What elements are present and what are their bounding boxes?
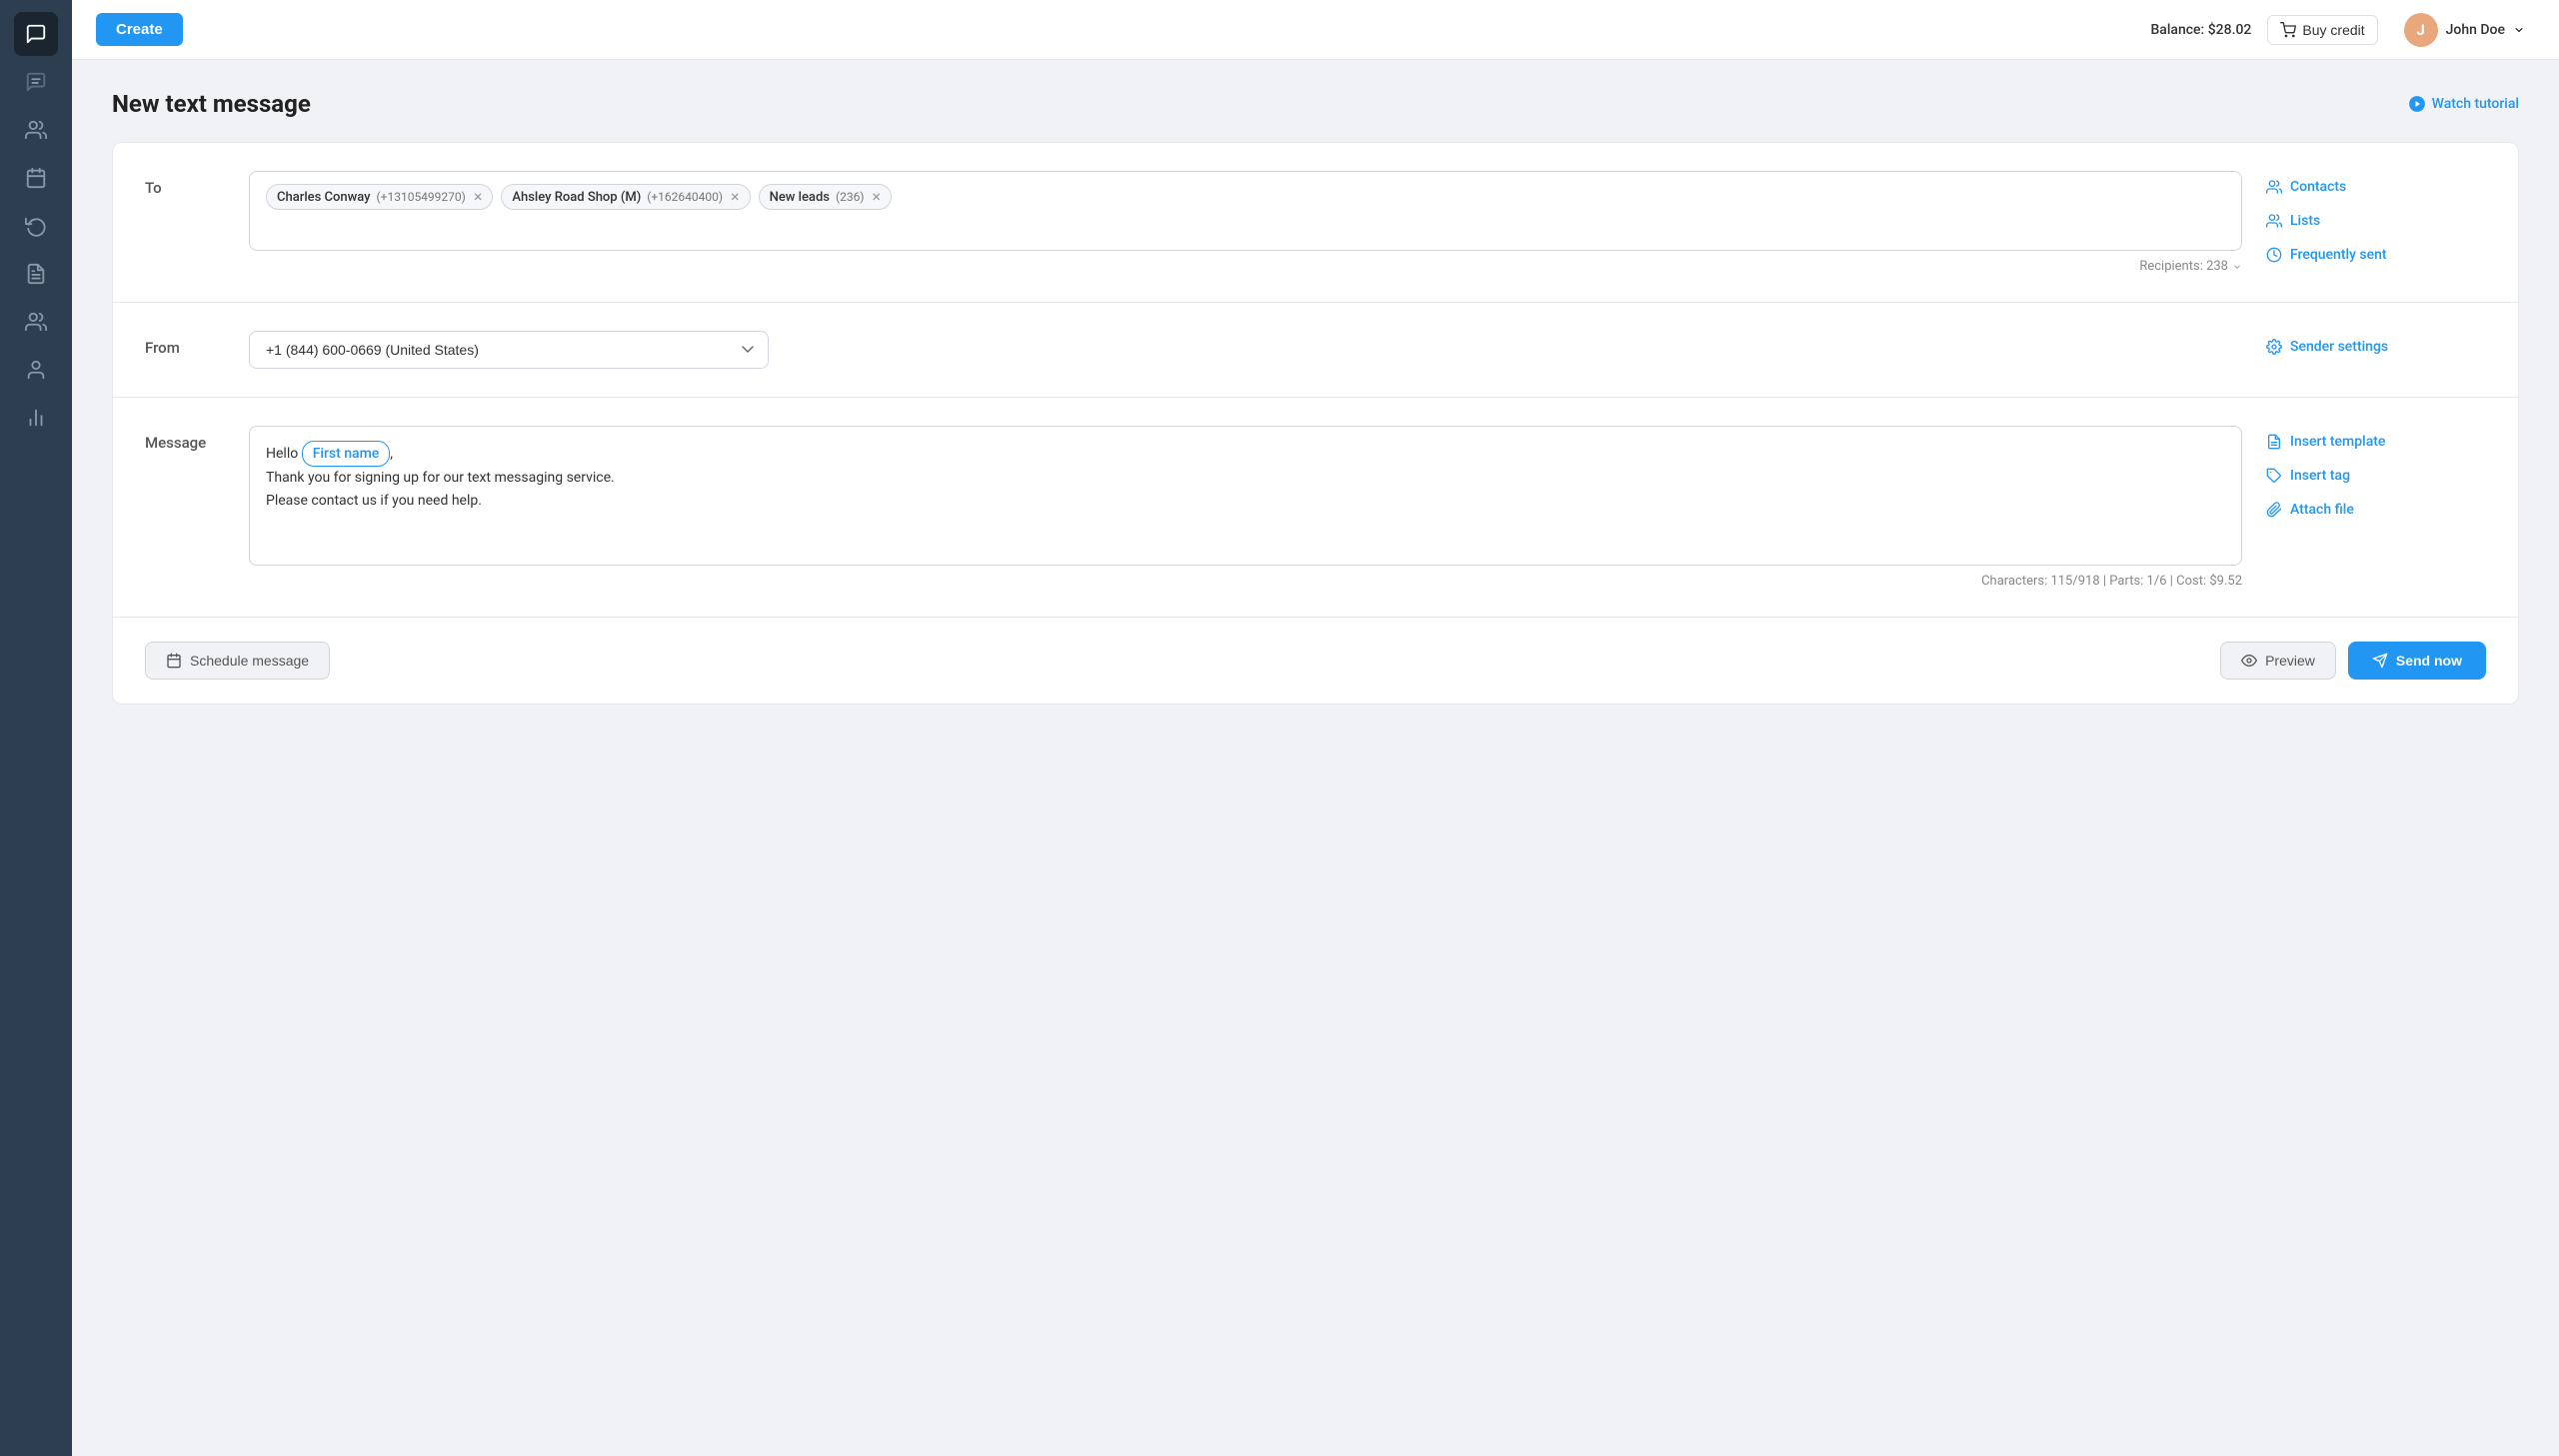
- message-input[interactable]: Hello First name, Thank you for signing …: [249, 426, 2242, 566]
- contacts-link-label: Contacts: [2290, 179, 2346, 195]
- play-icon: [2408, 95, 2426, 113]
- balance-display: Balance: $28.02: [2150, 22, 2251, 38]
- avatar: J: [2404, 13, 2438, 47]
- to-section: To Charles Conway (+13105499270) × Ahsle…: [113, 143, 2518, 303]
- sidebar-item-team[interactable]: [14, 300, 58, 344]
- clock-icon: [2266, 247, 2282, 263]
- message-section: Message Hello First name, Thank you for …: [113, 398, 2518, 618]
- send-icon: [2372, 653, 2388, 669]
- user-menu[interactable]: J John Doe: [2394, 7, 2535, 53]
- main-content: Create Balance: $28.02 Buy credit J John…: [72, 0, 2559, 1456]
- lists-link[interactable]: Lists: [2266, 209, 2486, 233]
- sidebar-item-calendar[interactable]: [14, 156, 58, 200]
- insert-tag-link[interactable]: Insert tag: [2266, 464, 2486, 488]
- template-icon: [2266, 434, 2282, 450]
- from-select[interactable]: +1 (844) 600-0669 (United States): [249, 331, 769, 369]
- chip-number: (+162640400): [647, 190, 723, 204]
- sender-settings-link[interactable]: Sender settings: [2266, 335, 2486, 359]
- from-field-area: +1 (844) 600-0669 (United States): [249, 331, 2242, 369]
- cart-icon: [2280, 22, 2296, 38]
- from-section: From +1 (844) 600-0669 (United States) S…: [113, 303, 2518, 398]
- topbar: Create Balance: $28.02 Buy credit J John…: [72, 0, 2559, 60]
- sidebar-item-account[interactable]: [14, 348, 58, 392]
- recipient-chip-newleads: New leads (236) ×: [759, 184, 892, 210]
- message-actions: Insert template Insert tag Attach f: [2266, 426, 2486, 522]
- sidebar-item-contacts[interactable]: [14, 108, 58, 152]
- send-button[interactable]: Send now: [2348, 642, 2486, 680]
- recipients-count[interactable]: Recipients: 238: [249, 259, 2242, 274]
- frequently-sent-label: Frequently sent: [2290, 247, 2387, 263]
- compose-form: To Charles Conway (+13105499270) × Ahsle…: [112, 142, 2519, 705]
- page-body: New text message Watch tutorial To Charl…: [72, 60, 2559, 1456]
- page-title: New text message: [112, 90, 311, 118]
- message-hello: Hello: [266, 446, 302, 462]
- from-actions: Sender settings: [2266, 331, 2486, 359]
- chevron-down-icon: [2232, 262, 2242, 272]
- user-name: John Doe: [2446, 22, 2505, 38]
- paperclip-icon: [2266, 502, 2282, 518]
- tag-icon: [2266, 468, 2282, 484]
- remove-newleads-button[interactable]: ×: [873, 189, 882, 205]
- message-stats: Characters: 115/918 | Parts: 1/6 | Cost:…: [249, 574, 2242, 589]
- page-header: New text message Watch tutorial: [112, 90, 2519, 118]
- message-line2: Thank you for signing up for our text me…: [266, 470, 615, 486]
- right-action-buttons: Preview Send now: [2220, 642, 2486, 680]
- sidebar-item-messages[interactable]: [14, 60, 58, 104]
- chip-name: Charles Conway: [277, 190, 371, 205]
- send-label: Send now: [2396, 653, 2462, 669]
- firstname-tag[interactable]: First name: [302, 441, 391, 467]
- bottom-actions: Schedule message Preview Send now: [113, 618, 2518, 704]
- message-field-area: Hello First name, Thank you for signing …: [249, 426, 2242, 589]
- contacts-link[interactable]: Contacts: [2266, 175, 2486, 199]
- insert-template-link[interactable]: Insert template: [2266, 430, 2486, 454]
- recipient-chip-charles: Charles Conway (+13105499270) ×: [266, 184, 493, 210]
- sidebar-item-analytics[interactable]: [14, 396, 58, 440]
- attach-file-link[interactable]: Attach file: [2266, 498, 2486, 522]
- calendar-icon: [166, 653, 182, 669]
- lists-link-label: Lists: [2290, 213, 2320, 229]
- preview-button[interactable]: Preview: [2220, 642, 2336, 680]
- buy-credit-label: Buy credit: [2302, 22, 2364, 38]
- watch-tutorial-link[interactable]: Watch tutorial: [2408, 95, 2519, 113]
- watch-tutorial-label: Watch tutorial: [2432, 96, 2519, 112]
- lists-icon: [2266, 213, 2282, 229]
- sidebar-item-tasks[interactable]: [14, 252, 58, 296]
- contacts-icon: [2266, 179, 2282, 195]
- create-button[interactable]: Create: [96, 13, 183, 46]
- chip-number: (+13105499270): [377, 190, 466, 204]
- sidebar: [0, 0, 72, 1456]
- recipient-chip-ahsley: Ahsley Road Shop (M) (+162640400) ×: [501, 184, 750, 210]
- to-label: To: [145, 171, 225, 197]
- attach-file-label: Attach file: [2290, 502, 2354, 518]
- remove-charles-button[interactable]: ×: [474, 189, 483, 205]
- schedule-label: Schedule message: [190, 653, 309, 669]
- sidebar-item-compose[interactable]: [14, 12, 58, 56]
- chevron-down-icon: [2513, 24, 2525, 36]
- to-actions: Contacts Lists Frequently sent: [2266, 171, 2486, 267]
- frequently-sent-link[interactable]: Frequently sent: [2266, 243, 2486, 267]
- chip-name: New leads: [770, 190, 830, 205]
- chip-name: Ahsley Road Shop (M): [512, 190, 641, 205]
- to-field-area: Charles Conway (+13105499270) × Ahsley R…: [249, 171, 2242, 274]
- chip-number: (236): [836, 190, 865, 204]
- message-comma: ,: [390, 446, 393, 462]
- sender-settings-label: Sender settings: [2290, 339, 2388, 355]
- from-label: From: [145, 331, 225, 357]
- insert-template-label: Insert template: [2290, 434, 2385, 450]
- message-line3: Please contact us if you need help.: [266, 493, 482, 509]
- gear-icon: [2266, 339, 2282, 355]
- message-label: Message: [145, 426, 225, 452]
- preview-label: Preview: [2265, 653, 2315, 669]
- insert-tag-label: Insert tag: [2290, 468, 2350, 484]
- sidebar-item-history[interactable]: [14, 204, 58, 248]
- to-field-box[interactable]: Charles Conway (+13105499270) × Ahsley R…: [249, 171, 2242, 251]
- schedule-button[interactable]: Schedule message: [145, 642, 330, 680]
- buy-credit-button[interactable]: Buy credit: [2267, 15, 2377, 45]
- eye-icon: [2241, 653, 2257, 669]
- remove-ahsley-button[interactable]: ×: [731, 189, 740, 205]
